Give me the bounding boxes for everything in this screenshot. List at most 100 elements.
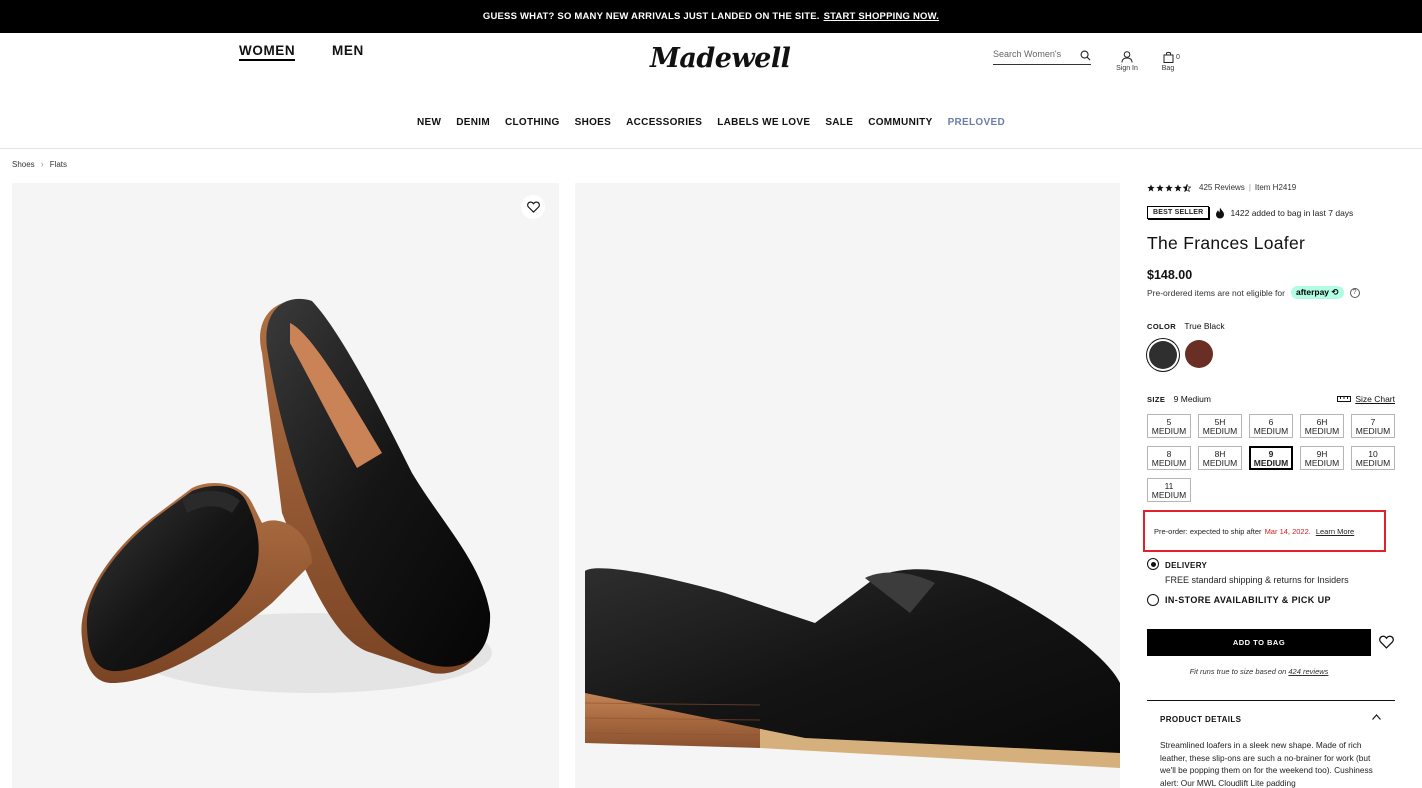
men-tab[interactable]: MEN [332, 43, 364, 58]
delivery-radio[interactable] [1147, 558, 1159, 570]
afterpay-logo: afterpay ⟲ [1290, 286, 1344, 299]
item-number: Item H2419 [1254, 183, 1297, 192]
afterpay-note-text: Pre-ordered items are not eligible for [1147, 287, 1285, 298]
star-icon [1165, 183, 1173, 191]
half-star-icon [1183, 183, 1191, 192]
help-icon[interactable]: ? [1349, 287, 1360, 298]
preorder-text: Pre-order: expected to ship after [1154, 526, 1262, 536]
bag-button[interactable]: 0 Bag [1159, 51, 1180, 72]
loafer-pair-illustration [81, 298, 492, 693]
product-details-section: PRODUCT DETAILS Streamlined loafers in a… [1147, 700, 1395, 788]
size-option[interactable]: 5H MEDIUM [1198, 414, 1242, 438]
rating-row: 425 Reviews | Item H2419 [1147, 183, 1296, 192]
size-width: MEDIUM [1151, 457, 1187, 468]
add-to-bag-button[interactable]: ADD TO BAG [1147, 629, 1371, 656]
nav-item-clothing[interactable]: CLOTHING [497, 117, 567, 128]
main-nav: NEW DENIM CLOTHING SHOES ACCESSORIES LAB… [0, 117, 1422, 128]
breadcrumb: Shoes › Flats [12, 159, 67, 169]
chevron-up-icon[interactable] [1372, 714, 1381, 720]
afterpay-label: afterpay [1295, 287, 1330, 297]
nav-item-shoes[interactable]: SHOES [567, 117, 619, 128]
size-label: SIZE 9 Medium [1147, 394, 1211, 404]
size-option[interactable]: 8H MEDIUM [1198, 446, 1242, 470]
nav-item-community[interactable]: COMMUNITY [861, 117, 940, 128]
nav-item-sale[interactable]: SALE [818, 117, 861, 128]
size-option[interactable]: 6 MEDIUM [1249, 414, 1293, 438]
size-option[interactable]: 10 MEDIUM [1351, 446, 1395, 470]
fit-reviews-link[interactable]: 424 reviews [1288, 667, 1328, 676]
fit-note: Fit runs true to size based on 424 revie… [1147, 667, 1371, 676]
nav-item-new[interactable]: NEW [410, 117, 449, 128]
size-width: MEDIUM [1253, 425, 1289, 436]
breadcrumb-shoes[interactable]: Shoes [12, 160, 35, 169]
pickup-radio[interactable] [1147, 594, 1159, 606]
nav-item-denim[interactable]: DENIM [449, 117, 498, 128]
sign-in-label: Sign In [1116, 65, 1138, 72]
color-swatch-brown[interactable] [1185, 340, 1213, 368]
reviews-link[interactable]: 425 Reviews [1199, 183, 1245, 192]
breadcrumb-flats[interactable]: Flats [50, 160, 67, 169]
delivery-sub: FREE standard shipping & returns for Ins… [1165, 575, 1349, 585]
size-width: MEDIUM [1355, 425, 1391, 436]
added-to-bag-count: 1422 added to bag in last 7 days [1230, 207, 1354, 218]
bag-icon [1163, 51, 1173, 63]
size-width: MEDIUM [1202, 425, 1238, 436]
color-heading: COLOR [1147, 322, 1177, 331]
size-option[interactable]: 6H MEDIUM [1300, 414, 1344, 438]
search-icon[interactable] [1080, 50, 1091, 61]
free-shipping-text: FREE standard shipping & returns [1165, 575, 1302, 585]
size-value: 9 Medium [1173, 394, 1211, 404]
size-width: MEDIUM [1202, 457, 1238, 468]
divider: | [1248, 183, 1251, 192]
chevron-right-icon: › [40, 159, 44, 169]
bag-count: 0 [1176, 54, 1180, 61]
star-rating[interactable] [1147, 183, 1191, 192]
nav-item-labels-we-love[interactable]: LABELS WE LOVE [710, 117, 818, 128]
size-width: MEDIUM [1304, 457, 1340, 468]
search-input[interactable]: Search Women's [993, 49, 1091, 65]
learn-more-link[interactable]: Learn More [1316, 527, 1354, 536]
best-seller-badge: BEST SELLER [1147, 206, 1210, 219]
product-details-heading[interactable]: PRODUCT DETAILS [1160, 715, 1241, 724]
nav-item-preloved[interactable]: PRELOVED [940, 117, 1012, 128]
color-swatch-true-black[interactable] [1149, 341, 1177, 369]
flame-icon [1216, 207, 1225, 218]
preorder-date: Mar 14, 2022. [1264, 526, 1311, 536]
product-image-pair[interactable] [12, 183, 559, 788]
badge-row: BEST SELLER 1422 added to bag in last 7 … [1147, 206, 1353, 219]
site-header: WOMEN MEN Madewell Search Women's Sign I… [0, 33, 1422, 149]
ruler-icon [1337, 396, 1352, 402]
size-option[interactable]: 7 MEDIUM [1351, 414, 1395, 438]
bag-label: Bag [1161, 65, 1175, 72]
size-option[interactable]: 8 MEDIUM [1147, 446, 1191, 470]
afterpay-note: Pre-ordered items are not eligible for a… [1147, 286, 1397, 299]
star-icon [1156, 183, 1164, 191]
star-icon [1147, 183, 1155, 191]
size-chart-link[interactable]: Size Chart [1337, 394, 1395, 404]
loafer-side-illustration [584, 568, 1120, 768]
star-icon [1174, 183, 1182, 191]
nav-item-accessories[interactable]: ACCESSORIES [619, 117, 710, 128]
pickup-label[interactable]: IN-STORE AVAILABILITY & PICK UP [1165, 595, 1331, 605]
size-option[interactable]: 11 MEDIUM [1147, 478, 1191, 502]
size-chart-label: Size Chart [1355, 394, 1395, 404]
heart-icon [526, 201, 540, 213]
sign-in-button[interactable]: Sign In [1116, 51, 1138, 72]
size-width: MEDIUM [1151, 425, 1187, 436]
product-image-side[interactable] [575, 183, 1120, 788]
preorder-notice: Pre-order: expected to ship after Mar 14… [1143, 510, 1386, 552]
product-title: The Frances Loafer [1147, 233, 1306, 253]
size-width: MEDIUM [1355, 457, 1391, 468]
size-option[interactable]: 5 MEDIUM [1147, 414, 1191, 438]
women-tab[interactable]: WOMEN [239, 43, 296, 61]
favorite-button[interactable] [521, 195, 545, 219]
promo-link[interactable]: START SHOPPING NOW. [824, 11, 940, 22]
size-option[interactable]: 9H MEDIUM [1300, 446, 1344, 470]
delivery-label[interactable]: DELIVERY [1165, 561, 1207, 570]
color-value: True Black [1184, 321, 1225, 331]
size-width: MEDIUM [1253, 457, 1289, 468]
wishlist-button[interactable] [1379, 635, 1394, 654]
search-placeholder: Search Women's [993, 49, 1062, 59]
size-option[interactable]: 9 MEDIUM [1249, 446, 1293, 470]
madewell-logo[interactable]: Madewell [650, 43, 791, 74]
